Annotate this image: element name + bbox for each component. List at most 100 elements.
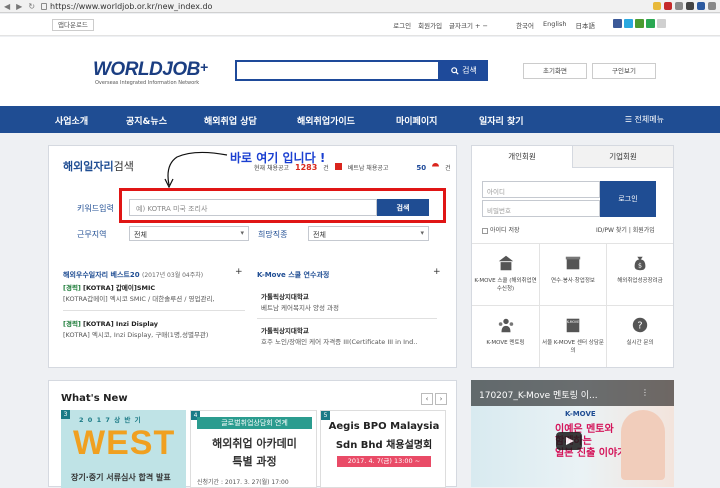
people-icon bbox=[498, 318, 513, 333]
chevron-down-icon: ▾ bbox=[240, 229, 244, 237]
font-size-control[interactable]: 글자크기 + − bbox=[449, 20, 488, 30]
lang-korean[interactable]: 한국어 bbox=[516, 20, 534, 30]
job-view-button[interactable]: 구인보기 bbox=[592, 63, 656, 79]
worldjob-logo[interactable]: WORLDJOB+ bbox=[93, 59, 208, 81]
browser-bar: ◀ ▶ ↻ https://www.worldjob.or.kr/new_ind… bbox=[0, 0, 720, 13]
id-input[interactable]: 아이디 bbox=[482, 181, 600, 198]
best-job-item[interactable]: [경력] [KOTRA] 갑메이]SMIC [KOTRA갑메이] 엑시코 SMI… bbox=[63, 283, 215, 305]
tab-company[interactable]: 기업회원 bbox=[572, 146, 673, 168]
vietnam-count: 50 bbox=[416, 164, 427, 172]
home-button[interactable]: 초기화면 bbox=[523, 63, 587, 79]
best-more-icon[interactable]: + bbox=[235, 267, 243, 277]
extension-icon[interactable] bbox=[664, 2, 672, 10]
play-icon bbox=[566, 437, 574, 445]
facebook-icon[interactable] bbox=[613, 19, 622, 28]
singapore-flag-icon bbox=[432, 163, 440, 170]
quick-training-info[interactable]: 연수·봉사·창업정보 bbox=[539, 243, 606, 305]
language-links: 한국어 English 日本語 bbox=[516, 20, 595, 30]
presenter-image bbox=[621, 410, 665, 480]
job-search-panel: 해외일자리검색 현재 채용공고 1283 건 베트남 채용공고 50 건 해외우… bbox=[48, 145, 457, 368]
address-bar[interactable]: https://www.worldjob.or.kr/new_index.do bbox=[41, 2, 653, 11]
nav-news[interactable]: 공지&뉴스 bbox=[126, 114, 167, 127]
app-download-button[interactable]: 앱다운로드 bbox=[52, 19, 94, 31]
site-search-button[interactable]: 검색 bbox=[440, 60, 488, 81]
best-job-item[interactable]: [경력] [KOTRA] Inzi Display [KOTRA] 엑시코, I… bbox=[63, 319, 208, 341]
tab-personal[interactable]: 개인회원 bbox=[472, 146, 572, 168]
nav-jobs[interactable]: 일자리 찾기 bbox=[479, 114, 524, 127]
news-card[interactable]: 4 글로벌취업상담회 연계 해외취업 아카데미 특별 과정 신청기간 : 201… bbox=[190, 410, 317, 488]
highlight-box bbox=[119, 188, 446, 223]
menu-icon[interactable] bbox=[708, 2, 716, 10]
prev-arrow-icon[interactable]: ‹ bbox=[421, 393, 433, 405]
divider bbox=[63, 310, 245, 311]
nav-about[interactable]: 사업소개 bbox=[55, 114, 88, 127]
header: WORLDJOB+ Overseas Integrated Informatio… bbox=[0, 37, 720, 106]
divider bbox=[257, 318, 437, 319]
kmove-course-item[interactable]: 가톨릭상지대학교 호주 노인/장애인 케어 자격증 III(Certificat… bbox=[261, 326, 417, 348]
quick-seoul-center[interactable]: K-MOVE 서울 K-MOVE 센터 상담문의 bbox=[539, 305, 606, 367]
forward-icon[interactable]: ▶ bbox=[16, 2, 22, 11]
chevron-down-icon: ▾ bbox=[420, 229, 424, 237]
region-select[interactable]: 전체 ▾ bbox=[129, 226, 249, 241]
extensions bbox=[653, 2, 720, 10]
panel-title: 해외일자리검색 bbox=[63, 160, 134, 173]
reload-icon[interactable]: ↻ bbox=[28, 2, 35, 11]
region-label: 근무지역 bbox=[77, 230, 107, 239]
whats-new-title: What's New bbox=[61, 393, 128, 404]
lock-icon bbox=[41, 2, 48, 10]
all-menu-button[interactable]: ☰ 전체메뉴 bbox=[625, 114, 664, 125]
news-card[interactable]: 5 Aegis BPO Malaysia Sdn Bhd 채용설명회 2017.… bbox=[320, 410, 446, 488]
quick-live-inquiry[interactable]: ? 실시간 문의 bbox=[606, 305, 673, 367]
video-player[interactable]: 170207_K-Move 멘토링 이... ⋮ K-MOVE 이예은 멘토와 … bbox=[471, 380, 674, 487]
svg-text:?: ? bbox=[637, 321, 642, 332]
school-icon bbox=[498, 255, 513, 271]
job-type-label: 희망직종 bbox=[258, 230, 288, 239]
signup-link[interactable]: 회원가입 bbox=[418, 20, 442, 30]
url-text: https://www.worldjob.or.kr/new_index.do bbox=[50, 1, 213, 11]
kmove-course-item[interactable]: 가톨릭상지대학교 베트남 케어복지사 양성 과정 bbox=[261, 292, 339, 314]
lang-japanese[interactable]: 日本語 bbox=[576, 20, 596, 30]
nav-consult[interactable]: 해외취업 상담 bbox=[204, 114, 257, 127]
quick-kmove-school[interactable]: K-MOVE 스쿨 (해외취업연수신청) bbox=[472, 243, 539, 305]
extension-icon[interactable] bbox=[686, 2, 694, 10]
play-button[interactable] bbox=[556, 432, 582, 450]
video-title: 170207_K-Move 멘토링 이... bbox=[479, 391, 598, 401]
annotation-arrow bbox=[164, 151, 228, 189]
browser-nav: ◀ ▶ ↻ bbox=[0, 2, 35, 11]
lang-english[interactable]: English bbox=[543, 20, 566, 30]
more-vert-icon[interactable]: ⋮ bbox=[641, 388, 649, 397]
quick-success-fund[interactable]: $ 해외취업성공장려금 bbox=[606, 243, 673, 305]
password-input[interactable]: 비밀번호 bbox=[482, 200, 600, 217]
keyword-label: 키워드입력 bbox=[77, 204, 114, 213]
search-icon bbox=[451, 66, 459, 75]
quick-mentoring[interactable]: K-MOVE 멘토링 bbox=[472, 305, 539, 367]
twitter-icon[interactable] bbox=[624, 19, 633, 28]
find-account-link[interactable]: ID/PW 찾기 | 회원가입 bbox=[596, 225, 655, 234]
main-nav: 사업소개 공지&뉴스 해외취업 상담 해외취업가이드 마이페이지 일자리 찾기 … bbox=[0, 106, 720, 133]
logo-subtitle: Overseas Integrated Information Network bbox=[95, 80, 200, 86]
star-icon[interactable] bbox=[653, 2, 661, 10]
login-panel: 개인회원 기업회원 아이디 비밀번호 로그인 아이디 저장 ID/PW 찾기 |… bbox=[471, 145, 674, 368]
save-id-checkbox[interactable]: 아이디 저장 bbox=[482, 225, 520, 234]
extension-icon[interactable] bbox=[675, 2, 683, 10]
site-search-input[interactable] bbox=[235, 60, 440, 81]
box-icon bbox=[565, 256, 581, 270]
nav-mypage[interactable]: 마이페이지 bbox=[396, 114, 437, 127]
login-button[interactable]: 로그인 bbox=[600, 181, 656, 217]
next-arrow-icon[interactable]: › bbox=[435, 393, 447, 405]
login-link[interactable]: 로그인 bbox=[393, 20, 411, 30]
blog-icon[interactable] bbox=[635, 19, 644, 28]
band-icon[interactable] bbox=[646, 19, 655, 28]
extension-icon[interactable] bbox=[697, 2, 705, 10]
kakao-icon[interactable] bbox=[657, 19, 666, 28]
annotation-text: 바로 여기 입니다 ! bbox=[230, 151, 326, 165]
question-icon: ? bbox=[632, 317, 648, 333]
back-icon[interactable]: ◀ bbox=[4, 2, 10, 11]
job-type-select[interactable]: 전체 ▾ bbox=[308, 226, 429, 241]
best-jobs-title: 해외우수일자리 베스트20 (2017년 03월 04주차) bbox=[63, 271, 204, 279]
sns-links bbox=[613, 19, 666, 28]
news-card[interactable]: 3 2 0 1 7 상 반 기 WEST 장기·중기 서류심사 합격 발표 bbox=[61, 410, 186, 488]
kmove-more-icon[interactable]: + bbox=[433, 267, 441, 277]
nav-guide[interactable]: 해외취업가이드 bbox=[297, 114, 355, 127]
kmove-school-title: K-Move 스쿨 연수과정 bbox=[257, 271, 330, 279]
